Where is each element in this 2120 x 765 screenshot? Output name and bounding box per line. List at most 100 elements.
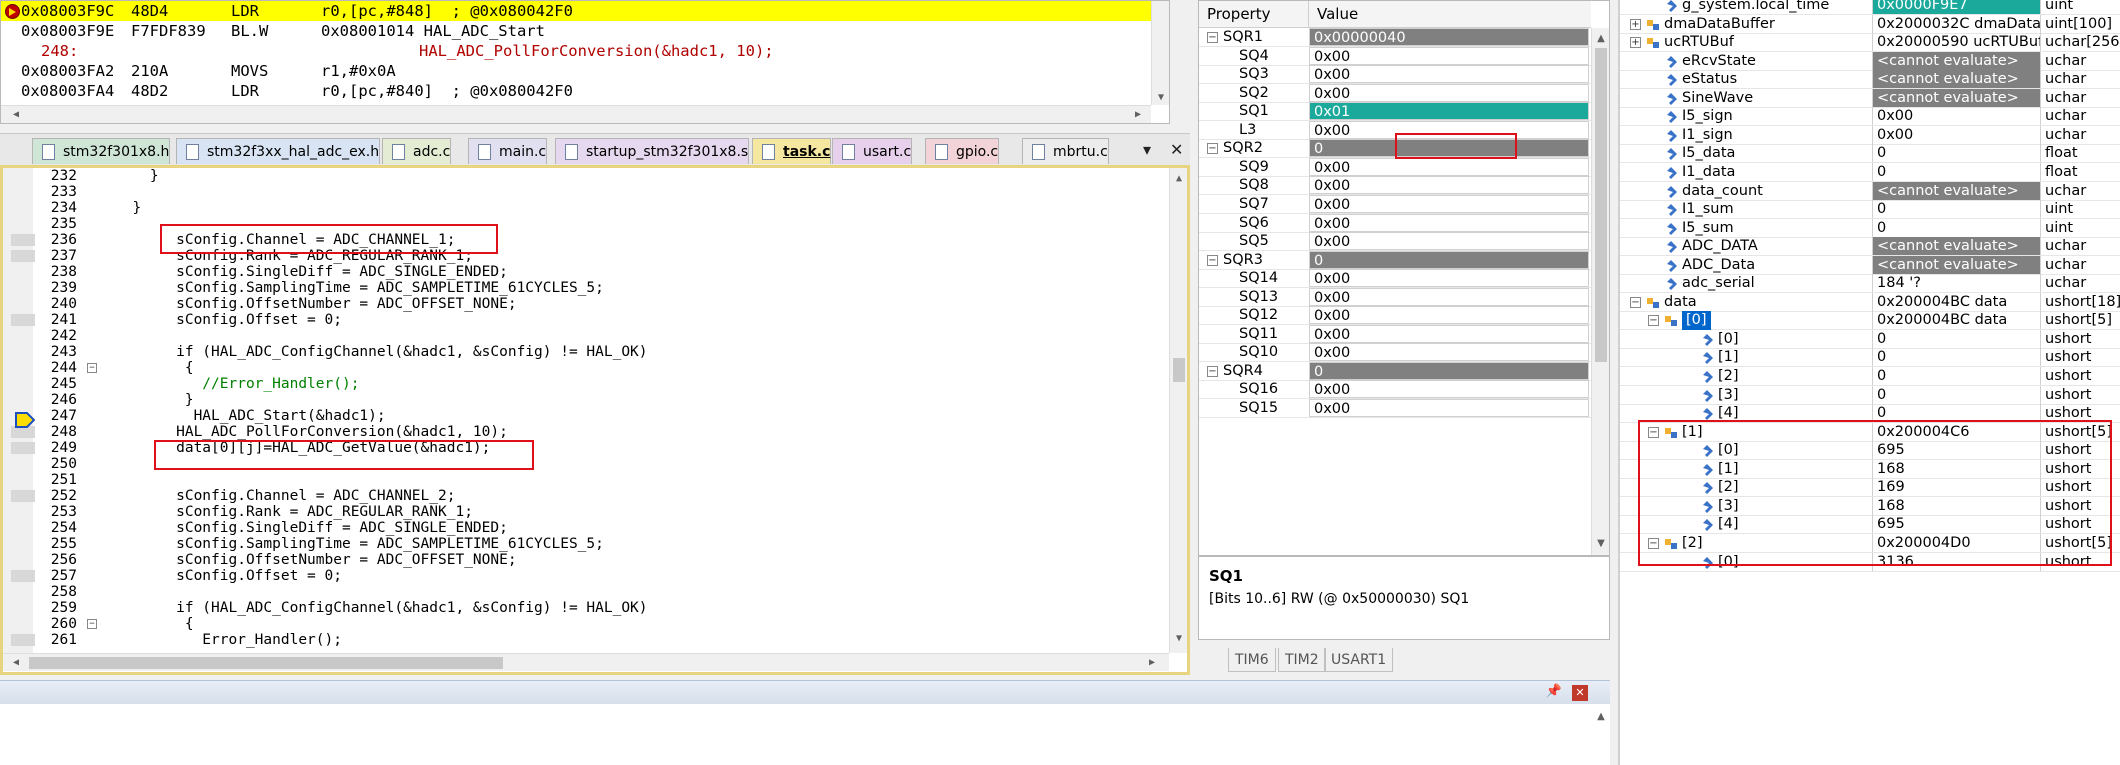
watch-variable-value[interactable]: 0x00 xyxy=(1872,125,2040,144)
watch-variable-value[interactable]: 0x2000032C dmaData... xyxy=(1872,14,2040,33)
register-row[interactable]: SQ2 0x00 xyxy=(1199,83,1591,103)
register-row[interactable]: SQ9 0x00 xyxy=(1199,157,1591,177)
register-row[interactable]: SQ8 0x00 xyxy=(1199,176,1591,196)
editor-hscrollbar[interactable]: ◀ ▶ xyxy=(3,653,1169,671)
breakpoint-gutter-marker[interactable] xyxy=(11,250,35,262)
code-line[interactable]: 247 HAL_ADC_Start(&hadc1); xyxy=(3,408,1153,424)
register-row[interactable]: SQ7 0x00 xyxy=(1199,194,1591,214)
scroll-down-arrow-icon[interactable]: ▼ xyxy=(1152,89,1170,107)
file-tab[interactable]: stm32f3xx_hal_adc_ex.h xyxy=(176,138,381,164)
tab-usart1[interactable]: USART1 xyxy=(1324,648,1394,672)
scroll-right-arrow-icon[interactable]: ▶ xyxy=(1129,106,1147,124)
file-tab[interactable]: main.c xyxy=(468,138,548,164)
code-line[interactable]: 252 sConfig.Channel = ADC_CHANNEL_2; xyxy=(3,488,1153,504)
register-value[interactable]: 0x00 xyxy=(1309,324,1589,343)
code-line[interactable]: 234 } xyxy=(3,200,1153,216)
register-row[interactable]: SQ11 0x00 xyxy=(1199,324,1591,344)
scroll-left-arrow-icon[interactable]: ◀ xyxy=(7,654,25,672)
collapse-toggle-icon[interactable]: − xyxy=(1207,32,1218,43)
register-value[interactable]: 0x00 xyxy=(1309,399,1589,417)
register-value[interactable]: 0x00 xyxy=(1309,46,1589,65)
disassembly-line[interactable]: 0x08003FA2 210A MOVS r1,#0x0A xyxy=(1,61,1151,81)
code-line[interactable]: 233 xyxy=(3,184,1153,200)
scroll-thumb[interactable] xyxy=(1595,48,1607,362)
code-line[interactable]: 253 sConfig.Rank = ADC_REGULAR_RANK_1; xyxy=(3,504,1153,520)
watch-variable-value[interactable]: 184 '? xyxy=(1872,274,2040,293)
fold-toggle-icon[interactable]: − xyxy=(87,363,97,373)
property-column-header[interactable]: Property xyxy=(1199,1,1309,28)
code-line[interactable]: 240 sConfig.OffsetNumber = ADC_OFFSET_NO… xyxy=(3,296,1153,312)
scroll-up-arrow-icon[interactable]: ▲ xyxy=(1592,708,1610,726)
disassembly-line[interactable]: 0x08003F9C 48D4 LDR r0,[pc,#848] ; @0x08004… xyxy=(1,1,1151,21)
watch-row[interactable]: ADC_DATA <cannot evaluate> uchar xyxy=(1620,237,2120,257)
code-line[interactable]: 251 xyxy=(3,472,1153,488)
register-value[interactable]: 0x00 xyxy=(1309,157,1589,176)
scroll-left-arrow-icon[interactable]: ◀ xyxy=(7,106,25,124)
watch-row[interactable]: [2] 0 ushort xyxy=(1620,367,2120,386)
code-line[interactable]: 244− { xyxy=(3,360,1153,376)
register-value[interactable]: 0 xyxy=(1309,250,1589,269)
register-row[interactable]: SQ12 0x00 xyxy=(1199,306,1591,326)
expand-toggle-icon[interactable]: + xyxy=(1630,18,1641,30)
disassembly-line[interactable]: 248: HAL_ADC_PollForConversion(&hadc1, 10… xyxy=(1,41,1151,61)
value-column-header[interactable]: Value xyxy=(1309,1,1591,28)
breakpoint-gutter-marker[interactable] xyxy=(11,234,35,246)
code-line[interactable]: 258 xyxy=(3,584,1153,600)
register-value[interactable]: 0x00 xyxy=(1309,232,1589,251)
register-vscrollbar[interactable]: ▲ ▼ xyxy=(1591,28,1609,555)
watch-row[interactable]: [3] 0 ushort xyxy=(1620,385,2120,405)
watch-variable-value[interactable]: <cannot evaluate> xyxy=(1872,237,2040,256)
watch-variable-value[interactable]: <cannot evaluate> xyxy=(1872,51,2040,70)
file-tab[interactable]: startup_stm32f301x8.s xyxy=(555,138,750,164)
watch-variable-value[interactable]: 0 xyxy=(1872,200,2040,219)
collapse-toggle-icon[interactable]: − xyxy=(1207,254,1218,266)
watch-row[interactable]: ADC_Data <cannot evaluate> uchar xyxy=(1620,255,2120,275)
watch-variable-value[interactable]: 0 xyxy=(1872,329,2040,348)
collapse-toggle-icon[interactable]: − xyxy=(1648,315,1659,327)
code-line[interactable]: 261 Error_Handler(); xyxy=(3,632,1153,648)
watch-row[interactable]: + dmaDataBuffer 0x2000032C dmaData... uint[… xyxy=(1620,14,2120,34)
watch-variable-value[interactable]: 0x20000590 ucRTUBuf[... xyxy=(1872,33,2040,52)
watch-row[interactable]: adc_serial 184 '? uchar xyxy=(1620,274,2120,294)
code-line[interactable]: 256 sConfig.OffsetNumber = ADC_OFFSET_NO… xyxy=(3,552,1153,568)
register-value[interactable]: 0 xyxy=(1309,361,1589,380)
watch-row[interactable]: I5_sum 0 uint xyxy=(1620,218,2120,238)
register-value[interactable]: 0x00 xyxy=(1309,194,1589,213)
watch-variable-value[interactable]: <cannot evaluate> xyxy=(1872,70,2040,89)
register-value[interactable]: 0x00 xyxy=(1309,65,1589,84)
close-icon[interactable]: ✕ xyxy=(1572,685,1588,701)
code-line[interactable]: 248 HAL_ADC_PollForConversion(&hadc1, 10… xyxy=(3,424,1153,440)
watch-variable-value[interactable]: 0x200004BC data xyxy=(1872,311,2040,330)
code-line[interactable]: 242 xyxy=(3,328,1153,344)
watch-row[interactable]: eStatus <cannot evaluate> uchar xyxy=(1620,70,2120,90)
code-line[interactable]: 232 } xyxy=(3,168,1153,184)
register-value[interactable]: 0x00 xyxy=(1309,380,1589,399)
watch-variable-value[interactable]: 0 xyxy=(1872,162,2040,181)
scroll-right-arrow-icon[interactable]: ▶ xyxy=(1143,654,1161,672)
watch-variable-value[interactable]: <cannot evaluate> xyxy=(1872,255,2040,274)
breakpoint-gutter-marker[interactable] xyxy=(11,442,35,454)
pin-icon[interactable]: 📌 xyxy=(1546,684,1562,699)
file-tab[interactable]: usart.c xyxy=(832,138,913,164)
register-row[interactable]: SQ14 0x00 xyxy=(1199,269,1591,289)
register-value[interactable]: 0x00 xyxy=(1309,176,1589,195)
collapse-toggle-icon[interactable]: − xyxy=(1207,143,1218,155)
register-value[interactable]: 0x00 xyxy=(1309,269,1589,288)
file-tab[interactable]: gpio.c xyxy=(925,138,1000,164)
register-row[interactable]: SQ15 0x00 xyxy=(1199,399,1591,418)
register-value[interactable]: 0x00 xyxy=(1309,287,1589,306)
register-row[interactable]: SQ6 0x00 xyxy=(1199,213,1591,233)
watch-row[interactable]: I1_sign 0x00 uchar xyxy=(1620,125,2120,145)
watch-variable-value[interactable]: 0 xyxy=(1872,385,2040,404)
code-line[interactable]: 243 if (HAL_ADC_ConfigChannel(&hadc1, &s… xyxy=(3,344,1153,360)
disassembly-line[interactable]: 0x08003F9E F7FDF839 BL.W 0x08001014 HAL_ADC… xyxy=(1,21,1151,41)
watch-variable-value[interactable]: <cannot evaluate> xyxy=(1872,88,2040,107)
code-line[interactable]: 241 sConfig.Offset = 0; xyxy=(3,312,1153,328)
register-row[interactable]: SQ5 0x00 xyxy=(1199,232,1591,252)
watch-variable-value[interactable]: 0 xyxy=(1872,348,2040,367)
breakpoint-gutter-marker[interactable] xyxy=(11,570,35,582)
file-tab[interactable]: stm32f301x8.h xyxy=(32,138,171,164)
code-editor[interactable]: 232 } 233 234 } 235 236 sConfig.Channel = AD… xyxy=(0,165,1190,675)
fold-toggle-icon[interactable]: − xyxy=(87,619,97,629)
scroll-thumb[interactable] xyxy=(1173,358,1185,382)
